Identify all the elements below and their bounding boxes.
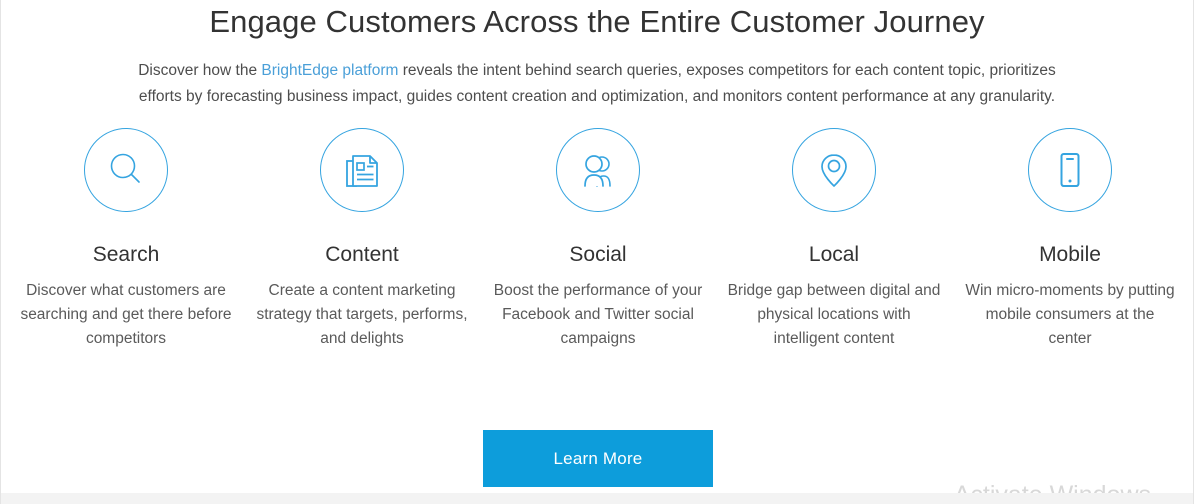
- page-title: Engage Customers Across the Entire Custo…: [209, 4, 985, 39]
- feature-description: Bridge gap between digital and physical …: [727, 282, 941, 347]
- page-container: Engage Customers Across the Entire Custo…: [0, 0, 1194, 504]
- social-people-icon: [556, 128, 640, 212]
- feature-description: Boost the performance of your Facebook a…: [493, 282, 703, 347]
- feature-title: Search: [92, 243, 160, 266]
- feature-title: Content: [325, 243, 399, 266]
- hero-subtitle-part-1: Discover how the: [138, 62, 262, 79]
- feature-title: Mobile: [1039, 243, 1101, 266]
- feature-column-mobile[interactable]: Mobile Win micro-moments by putting mobi…: [963, 128, 1177, 351]
- brightedge-platform-link[interactable]: BrightEdge platform: [261, 62, 398, 79]
- feature-column-search[interactable]: Search Discover what customers are searc…: [19, 128, 233, 351]
- hero-subtitle: Discover how the BrightEdge platform rev…: [122, 58, 1072, 110]
- feature-description: Create a content marketing strategy that…: [256, 282, 468, 347]
- feature-title: Local: [808, 243, 860, 266]
- local-map-pin-icon: [792, 128, 876, 212]
- feature-column-content[interactable]: Content Create a content marketing strat…: [255, 128, 469, 351]
- mobile-phone-icon: [1028, 128, 1112, 212]
- feature-column-social[interactable]: Social Boost the performance of your Fac…: [491, 128, 705, 351]
- cta-section: Learn More: [1, 430, 1193, 487]
- feature-columns: Search Discover what customers are searc…: [1, 128, 1193, 351]
- feature-description: Win micro-moments by putting mobile cons…: [965, 282, 1175, 347]
- feature-description: Discover what customers are searching an…: [20, 282, 232, 347]
- bottom-bar: [1, 493, 1193, 504]
- content-document-icon: [320, 128, 404, 212]
- feature-column-local[interactable]: Local Bridge gap between digital and phy…: [727, 128, 941, 351]
- search-icon: [84, 128, 168, 212]
- learn-more-button[interactable]: Learn More: [483, 430, 713, 487]
- feature-title: Social: [569, 243, 627, 266]
